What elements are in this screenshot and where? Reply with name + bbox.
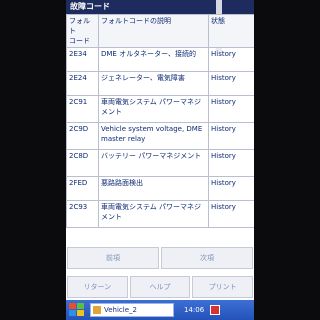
app-icon xyxy=(93,306,101,314)
fault-code-cell: 2C93 xyxy=(66,200,99,228)
table-row[interactable]: 2C91 車両電気システム パワーマネジメント History xyxy=(66,95,254,123)
table-row[interactable]: 2FED 悪路路面検出 History xyxy=(66,176,254,201)
action-button-row: リターン ヘルプ プリント xyxy=(66,276,254,298)
taskbar-app-label: Vehicle_2 xyxy=(104,306,137,314)
clock: 14:06 xyxy=(184,306,205,314)
status-cell: History xyxy=(208,149,254,177)
description-cell: DME オルタネーター、接続的 xyxy=(98,47,209,72)
fault-code-table: フォルト コード フォルトコードの説明 状態 2E34 DME オルタネーター、… xyxy=(66,14,254,228)
header-fault-code: フォルト コード xyxy=(66,14,99,48)
header-status: 状態 xyxy=(208,14,254,48)
status-cell: History xyxy=(208,71,254,96)
fault-code-cell: 2C9D xyxy=(66,122,99,150)
header-description: フォルトコードの説明 xyxy=(98,14,209,48)
status-cell: History xyxy=(208,200,254,228)
fault-code-cell: 2E24 xyxy=(66,71,99,96)
table-row[interactable]: 2C93 車両電気システム パワーマネジメント History xyxy=(66,200,254,228)
next-page-button[interactable]: 次項 xyxy=(161,247,253,269)
taskbar: Vehicle_2 14:06 xyxy=(66,300,254,320)
table-row[interactable]: 2C9D Vehicle system voltage, DME master … xyxy=(66,122,254,150)
description-cell: Vehicle system voltage, DME master relay xyxy=(98,122,209,150)
previous-page-button[interactable]: 前項 xyxy=(67,247,159,269)
window-title: 故障コード xyxy=(66,0,254,14)
navigation-button-row: 前項 次項 xyxy=(66,247,254,269)
fault-code-cell: 2E34 xyxy=(66,47,99,72)
description-cell: 車両電気システム パワーマネジメント xyxy=(98,95,209,123)
status-cell: History xyxy=(208,95,254,123)
taskbar-app-button[interactable]: Vehicle_2 xyxy=(90,303,174,317)
fault-code-cell: 2C8D xyxy=(66,149,99,177)
fault-code-cell: 2C91 xyxy=(66,95,99,123)
description-cell: ジェネレーター、電気障害 xyxy=(98,71,209,96)
description-cell: 悪路路面検出 xyxy=(98,176,209,201)
table-header-row: フォルト コード フォルトコードの説明 状態 xyxy=(66,14,254,48)
tray-icon[interactable] xyxy=(210,305,221,315)
table-row[interactable]: 2E24 ジェネレーター、電気障害 History xyxy=(66,71,254,96)
status-cell: History xyxy=(208,47,254,72)
return-button[interactable]: リターン xyxy=(67,276,128,298)
help-button[interactable]: ヘルプ xyxy=(129,276,191,298)
table-row[interactable]: 2E34 DME オルタネーター、接続的 History xyxy=(66,47,254,72)
status-cell: History xyxy=(208,176,254,201)
description-cell: バッテリー パワーマネジメント xyxy=(98,149,209,177)
description-cell: 車両電気システム パワーマネジメント xyxy=(98,200,209,228)
status-cell: History xyxy=(208,122,254,150)
windows-start-icon[interactable] xyxy=(69,303,85,317)
device-screen: 故障コード フォルト コード フォルトコードの説明 状態 2E34 DME オル… xyxy=(66,0,254,320)
print-button[interactable]: プリント xyxy=(192,276,254,298)
fault-code-cell: 2FED xyxy=(66,176,99,201)
table-row[interactable]: 2C8D バッテリー パワーマネジメント History xyxy=(66,149,254,177)
